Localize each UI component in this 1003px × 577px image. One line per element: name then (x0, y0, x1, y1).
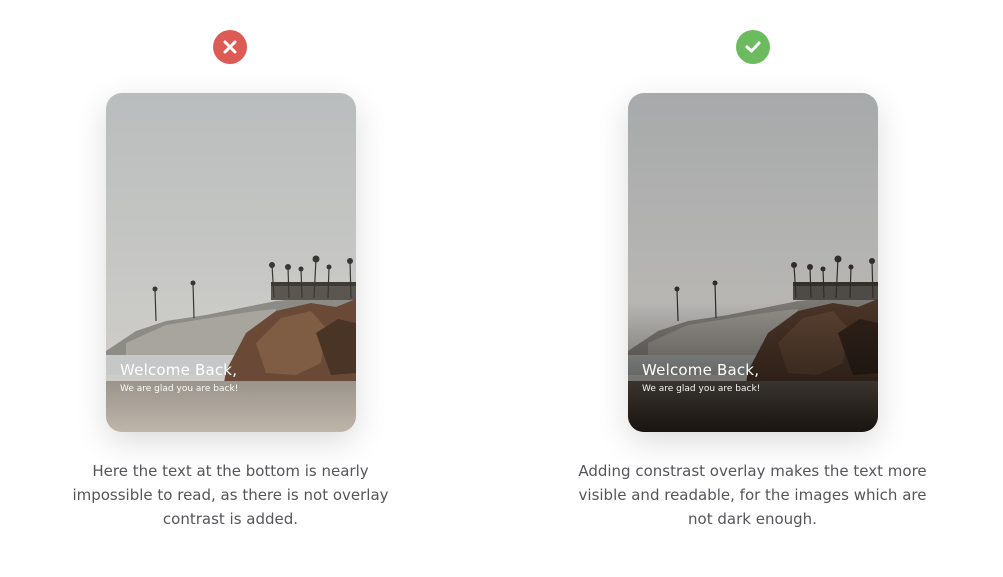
bad-example-panel: Welcome Back, We are glad you are back! … (0, 0, 501, 577)
check-icon (736, 30, 770, 64)
card-title: Welcome Back, (642, 361, 760, 379)
card-title: Welcome Back, (120, 361, 238, 379)
caption: Here the text at the bottom is nearly im… (0, 459, 481, 531)
card-subtitle: We are glad you are back! (120, 384, 239, 394)
card-subtitle: We are glad you are back! (642, 384, 761, 394)
close-icon (213, 30, 247, 64)
caption-line: Here the text at the bottom is nearly (92, 462, 369, 480)
card-text: Welcome Back, We are glad you are back! (642, 361, 760, 395)
caption-line: contrast is added. (162, 510, 299, 528)
caption-line: visible and readable, for the images whi… (578, 486, 927, 504)
caption-line: not dark enough. (688, 510, 817, 528)
welcome-card-with-overlay: Welcome Back, We are glad you are back! (628, 93, 878, 432)
card-text: Welcome Back, We are glad you are back! (120, 361, 238, 395)
welcome-card-without-overlay: Welcome Back, We are glad you are back! (106, 93, 356, 432)
caption-line: impossible to read, as there is not over… (72, 486, 389, 504)
caption: Adding constrast overlay makes the text … (502, 459, 1003, 531)
good-example-panel: Welcome Back, We are glad you are back! … (502, 0, 1003, 577)
caption-line: Adding constrast overlay makes the text … (578, 462, 927, 480)
